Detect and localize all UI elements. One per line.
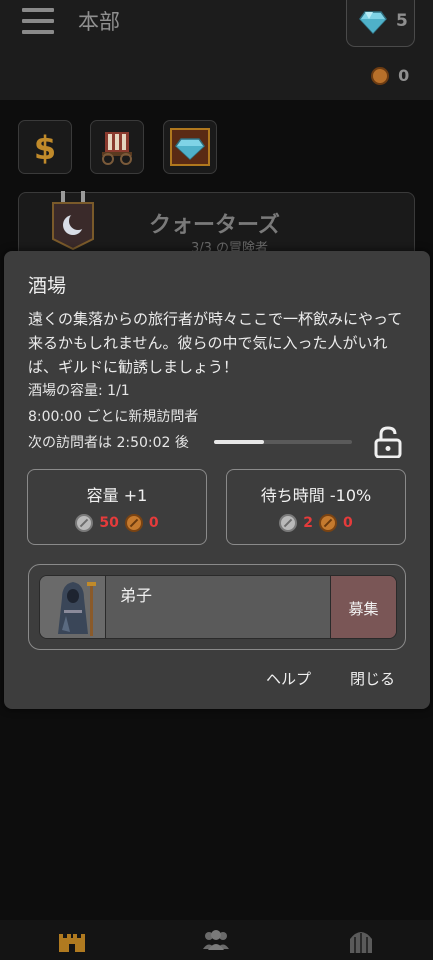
help-button[interactable]: ヘルプ: [266, 668, 311, 689]
copper-coin-icon: [319, 514, 337, 532]
silver-coin-icon: [279, 514, 298, 532]
dungeon-gate-icon: [349, 932, 372, 953]
wait-time-upgrade-button[interactable]: 待ち時間 -10% 2 0: [226, 469, 406, 545]
upgrade-cost: 2 0: [227, 514, 405, 532]
caravan-button[interactable]: [90, 120, 144, 174]
visitor-list: 弟子 募集: [28, 564, 406, 650]
coin-count: 0: [398, 66, 410, 85]
upgrade-cost: 50 0: [28, 514, 206, 532]
menu-icon[interactable]: [22, 8, 54, 34]
party-icon: [203, 930, 230, 950]
finance-button[interactable]: $: [18, 120, 72, 174]
page-title: 本部: [78, 10, 120, 34]
visitor-card[interactable]: 弟子 募集: [39, 575, 397, 639]
copper-cost: 0: [148, 515, 159, 531]
quarters-banner-icon: [52, 191, 94, 251]
unlock-icon[interactable]: [374, 426, 402, 458]
close-button[interactable]: 閉じる: [350, 668, 395, 689]
apprentice-portrait-icon: [58, 582, 96, 636]
copper-coin-icon: [124, 514, 143, 532]
visitor-interval: 8:00:00 ごとに新規訪問者: [28, 409, 199, 425]
progress-fill: [214, 440, 264, 444]
gem-icon: [359, 11, 387, 34]
dollar-icon: $: [34, 129, 56, 165]
upgrade-label: 待ち時間 -10%: [260, 486, 372, 505]
castle-icon: [59, 934, 86, 952]
gem-shop-icon: [170, 128, 210, 166]
recruit-button[interactable]: 募集: [330, 576, 396, 638]
capacity-upgrade-button[interactable]: 容量 +1 50 0: [27, 469, 207, 545]
quarters-title: クォーターズ: [149, 213, 280, 238]
svg-text:$: $: [34, 129, 56, 165]
top-bar: 本部 5 0: [0, 0, 433, 100]
silver-cost: 50: [99, 515, 119, 531]
gem-shop-button[interactable]: [163, 120, 217, 174]
visitor-name: 弟子: [120, 586, 153, 605]
upgrade-label: 容量 +1: [86, 486, 148, 505]
caravan-icon: [102, 132, 132, 165]
silver-coin-icon: [75, 514, 94, 532]
copper-cost: 0: [343, 515, 353, 531]
bottom-nav: [0, 920, 433, 960]
copper-coin-icon: [371, 66, 389, 85]
next-visitor-timer: 次の訪問者は 2:50:02 後: [28, 435, 189, 451]
tavern-dialog: 酒場 遠くの集落からの旅行者が時々ここで一杯飲みにやって来るかもしれません。彼ら…: [4, 251, 430, 709]
gem-counter[interactable]: 5: [346, 0, 415, 47]
dialog-title: 酒場: [28, 275, 67, 297]
nav-headquarters[interactable]: [42, 923, 102, 957]
nav-dungeon[interactable]: [331, 923, 391, 957]
coin-counter: 0: [371, 65, 409, 85]
nav-adventurers[interactable]: [186, 923, 246, 957]
tavern-capacity: 酒場の容量: 1/1: [28, 383, 130, 399]
next-visitor-progress: [214, 440, 352, 444]
visitor-portrait: [40, 576, 106, 638]
gem-count: 5: [396, 11, 408, 31]
silver-cost: 2: [303, 515, 313, 531]
dialog-description: 遠くの集落からの旅行者が時々ここで一杯飲みにやって来るかもしれません。彼らの中で…: [28, 310, 403, 376]
